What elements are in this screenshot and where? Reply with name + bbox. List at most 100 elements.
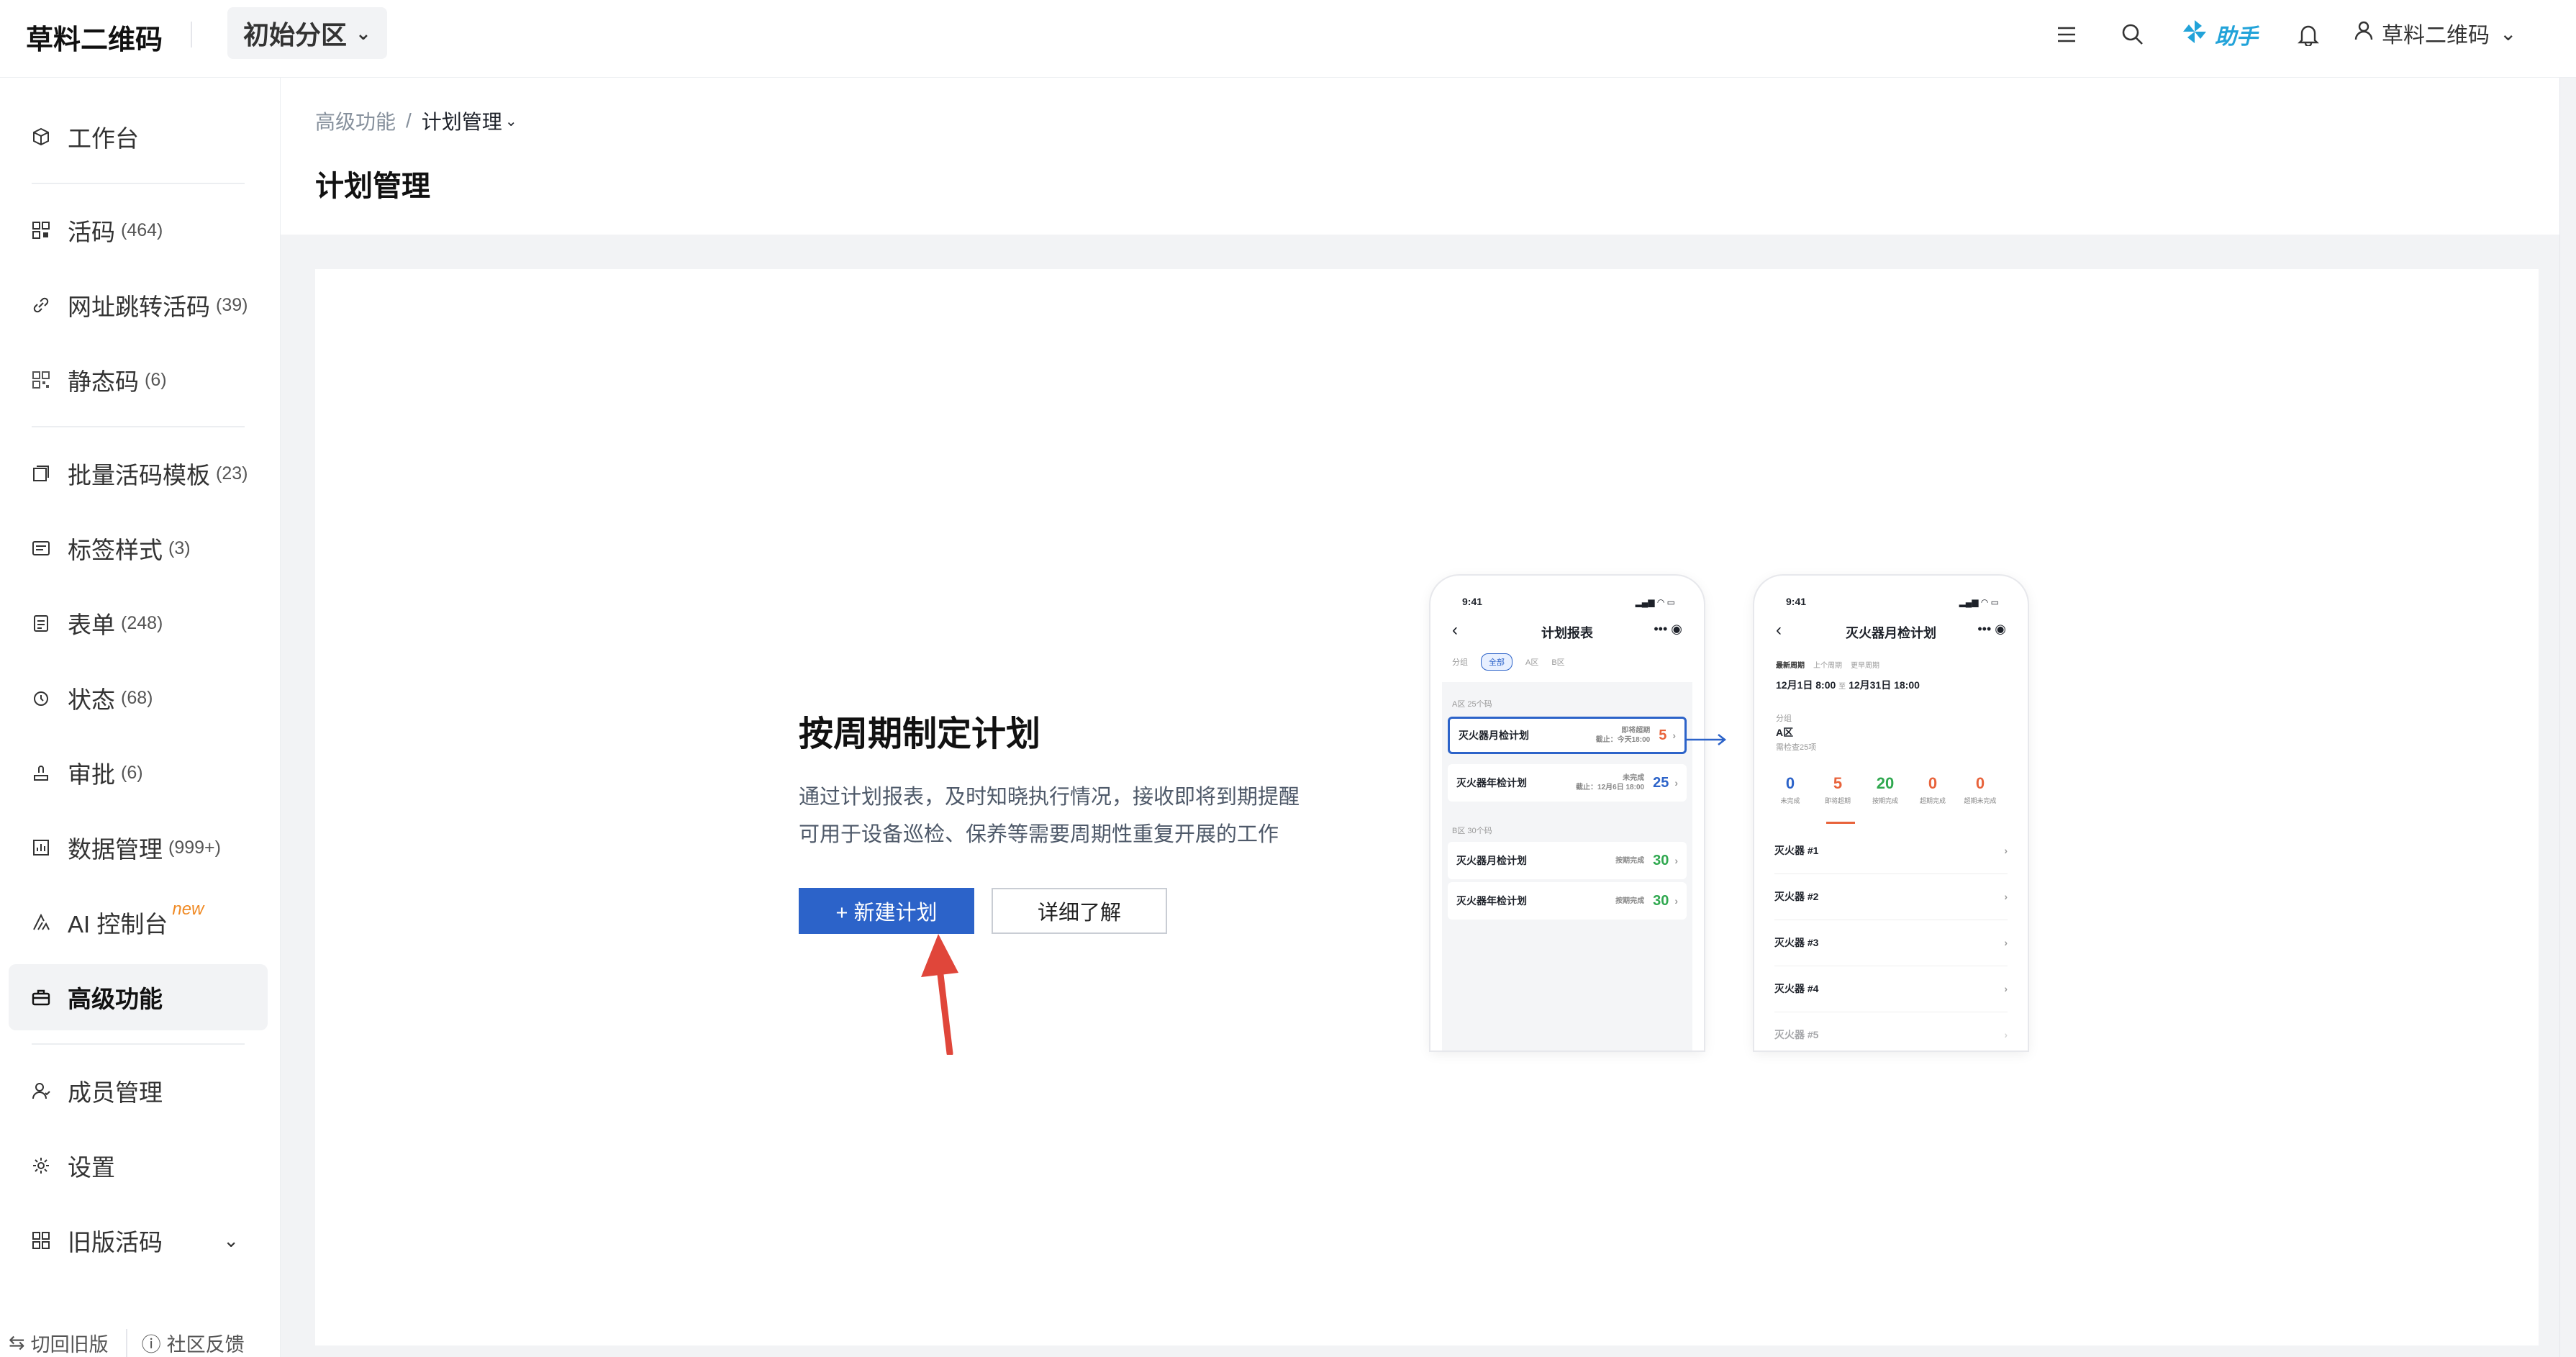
sidebar-footer: ⇆ 切回旧版 ⓘ 社区反馈 [0,1328,281,1357]
sidebar-item-settings[interactable]: 设置 [9,1133,268,1199]
sidebar-item-batch-template[interactable]: 批量活码模板 (23) [9,440,268,507]
promo-desc-line: 可用于设备巡检、保养等需要周期性重复开展的工作 [799,823,1279,846]
sidebar-item-static-code[interactable]: 静态码 (6) [9,347,268,413]
user-menu[interactable]: 草料二维码 ⌄ [2353,17,2516,49]
period-tabs: 最新周期 上个周期 更早周期 [1776,659,1879,670]
help-circle-icon: ⓘ [141,1333,161,1356]
phone-tabs: 分组 全部 A区 B区 [1452,653,1565,671]
sidebar-item-label: 表单 [68,612,115,638]
stat-item: 20 按期完成 [1872,774,1898,804]
sidebar-item-label: 工作台 [68,125,139,152]
switch-old-label: 切回旧版 [30,1333,109,1356]
chevron-right-icon: › [2004,1029,2008,1040]
sidebar-item-count: (39) [216,294,248,315]
breadcrumb-current[interactable]: 计划管理 [422,106,502,135]
qr-grid-icon [29,218,53,242]
phone-tab: 分组 [1452,658,1468,667]
phone-row: 灭火器月检计划 按期完成 30 › [1448,842,1687,879]
sidebar-item-workbench[interactable]: 工作台 [9,104,268,170]
data-icon [29,835,53,860]
sidebar-item-count: (3) [168,537,191,558]
link-icon [29,293,53,317]
bell-icon[interactable] [2291,17,2326,52]
sidebar-item-label: 活码 [68,219,115,245]
chevron-down-icon[interactable]: ⌄ [223,1230,239,1252]
sidebar-item-label: 标签样式 [68,537,163,563]
sidebar-item-advanced[interactable]: 高级功能 [9,964,268,1030]
sidebar-item-count: (68) [121,687,153,708]
period-range: 12月1日 8:00 至 12月31日 18:00 [1776,679,1920,691]
template-icon [29,461,53,486]
learn-more-button[interactable]: 详细了解 [992,888,1167,934]
group-sub: 需检查25项 [1776,743,1817,752]
stat-item: 5 即将超期 [1824,774,1851,804]
phone-mockup-plan-detail: 9:41 ▂▄▆ ◠ ▭ ‹ 灭火器月检计划 ••• ◉ 最新周期 上个周期 更… [1754,576,2028,1050]
member-icon [29,1079,53,1103]
sidebar-item-members[interactable]: 成员管理 [9,1058,268,1124]
static-qr-icon [29,368,53,392]
sidebar-item-label: 批量活码模板 [68,462,210,489]
connector-arrow-icon [1685,734,1727,745]
breadcrumb-separator: / [406,109,412,132]
sidebar-item-count: (464) [121,219,163,240]
chevron-right-icon: › [2004,937,2008,948]
period-tab: 上个周期 [1813,662,1842,670]
space-selector[interactable]: 初始分区 ⌄ [227,7,387,59]
sidebar-item-label: 网址跳转活码 [68,294,210,320]
swap-icon: ⇆ [9,1331,25,1353]
sidebar-item-approval[interactable]: 审批 (6) [9,740,268,806]
sidebar-item-live-code[interactable]: 活码 (464) [9,197,268,263]
header-divider [191,22,192,47]
phone-tab: A区 [1525,658,1539,667]
row-count: 5 [1659,727,1667,743]
sidebar-item-label: 静态码 [68,368,139,395]
vertical-scrollbar[interactable] [2559,78,2576,1357]
new-plan-button[interactable]: + 新建计划 [799,888,974,934]
sidebar-item-status[interactable]: 状态 (68) [9,665,268,731]
approval-icon [29,761,53,785]
chevron-down-icon[interactable]: ⌄ [505,112,517,130]
stat-item: 0 超期未完成 [1964,774,1997,804]
breadcrumb-parent[interactable]: 高级功能 [315,106,396,135]
sidebar-item-count: (999+) [168,837,221,858]
page-title: 计划管理 [315,171,430,202]
stats-row: 0 未完成 5 即将超期 20 按期完成 0 超期完成 0 超期未完成 [1754,774,2028,817]
signal-icon: ▂▄▆ ◠ ▭ [1635,597,1675,607]
sidebar-item-label: 高级功能 [68,986,163,1012]
status-icon [29,686,53,710]
sidebar-item-data-management[interactable]: 数据管理 (999+) [9,814,268,881]
sidebar-item-label: AI 控制台 [68,911,168,938]
form-icon [29,611,53,635]
row-name: 灭火器月检计划 [1459,730,1529,741]
chevron-down-icon: ⌄ [2500,22,2517,45]
phone-header: ‹ 灭火器月检计划 ••• ◉ [1754,620,2028,649]
sidebar-item-count: (6) [121,762,143,783]
sidebar-item-count: (248) [121,612,163,633]
sidebar-item-ai-console[interactable]: AI 控制台 new [9,889,268,956]
phone-row: 灭火器月检计划 即将超期 截止：今天18:00 5 › [1448,717,1687,754]
sidebar-item-url-code[interactable]: 网址跳转活码 (39) [9,272,268,338]
sidebar-item-label: 设置 [68,1154,115,1181]
row-count: 30 [1653,852,1669,868]
search-icon[interactable] [2115,17,2150,52]
brand-logo[interactable]: 草料二维码 [26,17,163,57]
group-label: 分组 [1776,714,1792,723]
assistant-button[interactable]: 助手 [2180,17,2258,52]
sidebar-item-old-live-code[interactable]: 旧版活码 ⌄ [9,1207,268,1274]
switch-old-link[interactable]: ⇆ 切回旧版 [9,1329,109,1357]
feedback-link[interactable]: ⓘ 社区反馈 [125,1328,245,1357]
menu-icon[interactable] [2049,17,2084,52]
sidebar-item-form[interactable]: 表单 (248) [9,590,268,656]
user-name: 草料二维码 [2382,24,2490,47]
old-qr-icon [29,1228,53,1253]
sidebar-divider [32,183,245,184]
chevron-right-icon: › [1672,730,1676,741]
row-status: 按期完成 [1615,856,1645,865]
sidebar-divider [32,426,245,427]
row-status: 按期完成 [1615,897,1645,905]
sidebar-item-label-style[interactable]: 标签样式 (3) [9,515,268,581]
chevron-right-icon: › [2004,845,2008,856]
row-name: 灭火器年检计划 [1456,777,1527,789]
stat-item: 0 未完成 [1780,774,1800,804]
group-label: B区 30个码 [1452,827,1492,835]
